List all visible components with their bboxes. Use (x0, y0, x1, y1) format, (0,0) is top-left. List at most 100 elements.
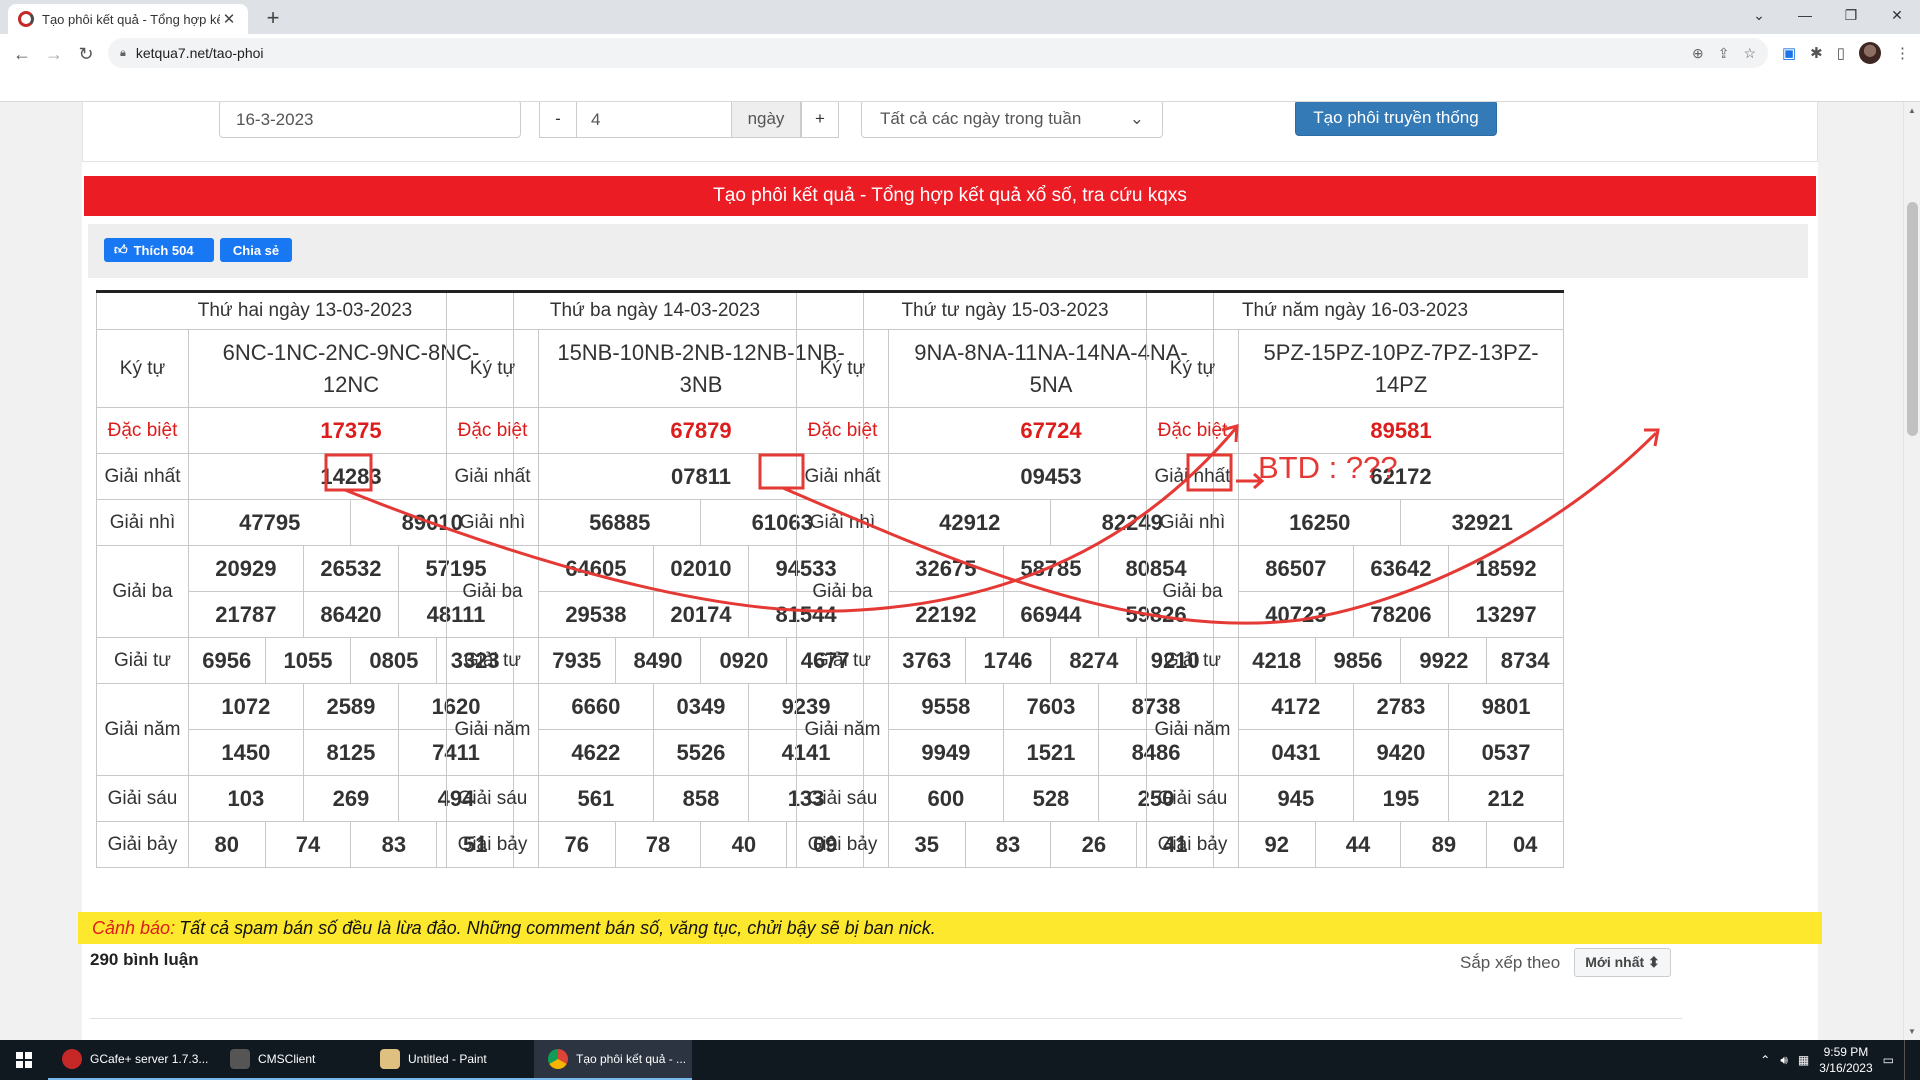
prize-label: Giải năm (446, 683, 539, 776)
menu-kebab-icon[interactable]: ⋮ (1895, 44, 1910, 62)
weekday-select[interactable]: Tất cả các ngày trong tuần ⌄ (861, 102, 1163, 138)
window-controls: ⌄ — ❐ ✕ (1736, 0, 1920, 34)
decrement-button[interactable]: - (539, 102, 577, 138)
increment-button[interactable]: + (801, 102, 839, 138)
new-tab-icon[interactable]: + (260, 5, 286, 31)
site-favicon-icon (18, 11, 34, 27)
back-arrow-icon[interactable]: ← (8, 40, 36, 68)
forward-arrow-icon[interactable]: → (40, 40, 68, 68)
prize-label: Giải nhất (1146, 453, 1239, 500)
prize-number: 8125 (302, 729, 400, 776)
share-icon[interactable]: ⇪ (1718, 45, 1730, 62)
prize-number: 600 (888, 775, 1004, 822)
prize-number: 80 (188, 821, 266, 868)
generate-button[interactable]: Tạo phôi truyền thống (1295, 102, 1497, 136)
sort-label: Sắp xếp theo (1460, 952, 1561, 972)
tab-close-icon[interactable]: ✕ (220, 10, 238, 28)
prize-number: 7935 (538, 637, 616, 684)
prize-label: Giải tư (796, 637, 889, 684)
prize-number: 4218 (1238, 637, 1316, 684)
prize-label: Giải ba (446, 545, 539, 638)
reload-icon[interactable]: ↻ (72, 40, 100, 68)
prize-number: 04 (1486, 821, 1564, 868)
sort-dropdown[interactable]: Mới nhất ⬍ (1574, 948, 1671, 977)
days-input[interactable]: 4 (577, 102, 731, 138)
prize-number: 47795 (187, 499, 352, 546)
clock[interactable]: 9:59 PM 3/16/2023 (1819, 1044, 1872, 1076)
prize-number: 40 (700, 821, 788, 868)
prize-number: 42912 (887, 499, 1052, 546)
prize-number: 89 (1400, 821, 1488, 868)
extensions-icon[interactable]: ✱ (1810, 44, 1823, 62)
scroll-up-icon[interactable]: ▲ (1908, 106, 1916, 115)
prize-label: Giải bảy (1146, 821, 1239, 868)
tab-bar: Tạo phôi kết quả - Tổng hợp kết ✕ + ⌄ — … (0, 0, 1920, 34)
fb-like-button[interactable]: 👍︎ Thích 504 (104, 238, 214, 262)
fb-share-button[interactable]: Chia sẻ (220, 238, 292, 262)
translate-icon[interactable]: ▣ (1782, 44, 1796, 62)
restore-icon[interactable]: ❐ (1828, 0, 1874, 30)
taskbar-item-chrome[interactable]: Tạo phôi kết quả - ... (534, 1040, 692, 1080)
prize-label: Giải bảy (96, 821, 189, 868)
show-desktop-button[interactable] (1904, 1040, 1910, 1080)
taskbar-item-cmsclient[interactable]: CMSClient (216, 1040, 366, 1080)
prize-label: Giải nhì (796, 499, 889, 546)
social-share-bar: 👍︎ Thích 504 Chia sẻ (88, 224, 1808, 278)
prize-label: Giải ba (1146, 545, 1239, 638)
taskbar-item-gcafe[interactable]: GCafe+ server 1.7.3... (48, 1040, 216, 1080)
url-input[interactable]: 🔒︎ ketqua7.net/tao-phoi ⊕ ⇪ ☆ (108, 38, 1768, 68)
prize-label: Ký tự (446, 329, 539, 408)
prize-number: 63642 (1352, 545, 1450, 592)
prize-number: 13297 (1448, 591, 1564, 638)
prize-number: 7603 (1002, 683, 1100, 730)
prize-label: Giải nhất (96, 453, 189, 500)
close-window-icon[interactable]: ✕ (1874, 0, 1920, 30)
taskbar-item-label: Untitled - Paint (408, 1052, 487, 1066)
prize-number: 0537 (1448, 729, 1564, 776)
prize-label: Giải tư (96, 637, 189, 684)
prize-label: Giải sáu (796, 775, 889, 822)
chrome-icon (548, 1049, 568, 1069)
tray-chevron-up-icon[interactable]: ⌃ (1760, 1053, 1770, 1067)
results-grid: Thứ hai ngày 13-03-2023 Ký tự 6NC-1NC-2NC-… (96, 290, 1804, 868)
start-button[interactable] (0, 1040, 48, 1080)
prize-label: Giải năm (796, 683, 889, 776)
weekday-select-value: Tất cả các ngày trong tuần (880, 109, 1082, 128)
tab-title: Tạo phôi kết quả - Tổng hợp kết (42, 11, 220, 27)
system-tray: ⌃ 🔊︎ ▦ 9:59 PM 3/16/2023 ▭ (1760, 1040, 1920, 1080)
tab-active[interactable]: Tạo phôi kết quả - Tổng hợp kết ✕ (8, 4, 248, 34)
thumbs-up-icon: 👍︎ (114, 242, 128, 257)
prize-number: 195 (1352, 775, 1450, 822)
taskbar-item-paint[interactable]: Untitled - Paint (366, 1040, 534, 1080)
notifications-icon[interactable]: ▭ (1883, 1053, 1894, 1067)
taskbar-item-label: CMSClient (258, 1052, 316, 1066)
minimize-icon[interactable]: — (1782, 0, 1828, 30)
prize-label: Ký tự (1146, 329, 1239, 408)
prize-number: 86507 (1238, 545, 1354, 592)
zoom-icon[interactable]: ⊕ (1692, 45, 1704, 62)
prize-number: 0431 (1238, 729, 1354, 776)
prize-label: Ký tự (96, 329, 189, 408)
page-scrollbar[interactable]: ▲ ▼ (1903, 102, 1920, 1040)
side-panel-icon[interactable]: ▯ (1837, 44, 1845, 62)
comment-count: 290 bình luận (90, 950, 199, 969)
prize-number: 3763 (888, 637, 966, 684)
date-input[interactable]: 16-3-2023 (219, 102, 521, 138)
bookmark-star-icon[interactable]: ☆ (1743, 45, 1756, 62)
prize-number: 76 (538, 821, 616, 868)
volume-icon[interactable]: 🔊︎ (1780, 1053, 1788, 1068)
chevron-down-icon: ⌄ (1129, 109, 1144, 128)
profile-avatar[interactable] (1859, 42, 1881, 64)
prize-number: 561 (538, 775, 654, 822)
tab-search-icon[interactable]: ⌄ (1736, 0, 1782, 30)
prize-label: Đặc biệt (446, 407, 539, 454)
prize-label: Giải nhất (446, 453, 539, 500)
prize-label: Giải sáu (446, 775, 539, 822)
prize-number: 2589 (302, 683, 400, 730)
scroll-down-icon[interactable]: ▼ (1908, 1027, 1916, 1036)
network-icon[interactable]: ▦ (1798, 1053, 1809, 1067)
prize-label: Đặc biệt (796, 407, 889, 454)
address-bar: ← → ↻ 🔒︎ ketqua7.net/tao-phoi ⊕ ⇪ ☆ ▣ ✱ … (0, 34, 1920, 102)
prize-number: 02010 (652, 545, 750, 592)
scrollbar-thumb[interactable] (1907, 202, 1918, 436)
